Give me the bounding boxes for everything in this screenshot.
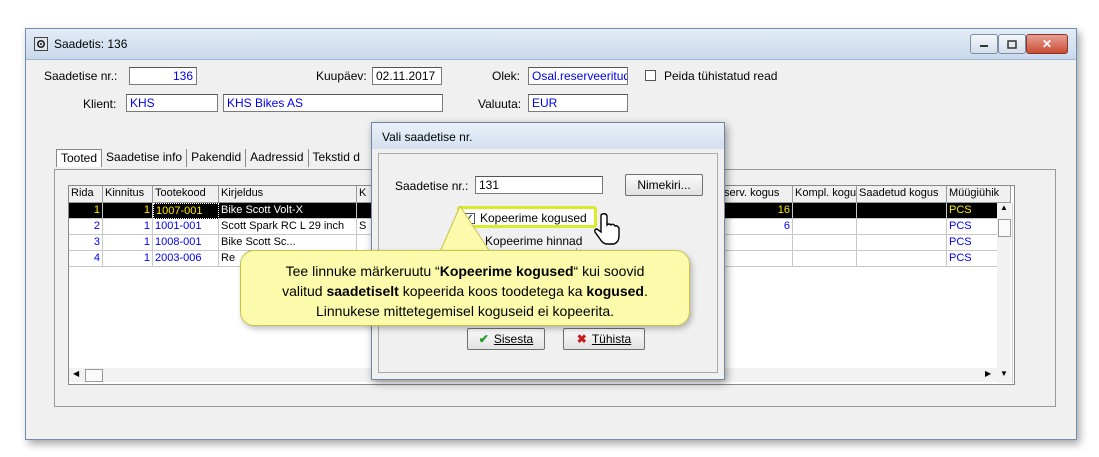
scroll-up-icon[interactable]: ▲ (1000, 203, 1008, 212)
cell-tootekood: 1008-001 (153, 235, 219, 251)
sisesta-button[interactable]: ✔ Sisesta (467, 328, 545, 350)
cell-rida: 3 (69, 235, 103, 251)
callout-text: kopeerida koos toodetega ka (398, 283, 587, 299)
callout-text: “ kui soovid (573, 263, 645, 279)
close-icon: ✕ (1041, 37, 1053, 51)
callout-line-1: Tee linnuke märkeruutu “Kopeerime koguse… (255, 261, 675, 281)
cell-kinnitus: 1 (103, 219, 153, 235)
callout-pointer (440, 206, 491, 253)
cell-reserv-kogus (721, 235, 793, 251)
vertical-scrollbar-track[interactable] (1012, 203, 1013, 383)
window-title: Saadetis: 136 (54, 37, 128, 51)
nimekiri-button[interactable]: Nimekiri... (625, 174, 703, 196)
cell-kompl-kogus (793, 251, 857, 267)
tab-saadetise-info[interactable]: Saadetise info (102, 149, 188, 167)
callout-text: valitud (282, 283, 327, 299)
cell-kirjeldus: Bike Scott Volt-X (219, 203, 357, 219)
cell-tootekood: 1007-001 (153, 203, 219, 219)
minimize-icon (980, 45, 988, 47)
horizontal-scroll-thumb[interactable] (85, 369, 103, 382)
tab-strip: Tooted Saadetise info Pakendid Aadressid… (56, 149, 364, 167)
dialog-title: Vali saadetise nr. (382, 130, 473, 144)
hide-cancelled-checkbox[interactable] (645, 70, 656, 81)
cell-kinnitus: 1 (103, 235, 153, 251)
scroll-left-icon[interactable]: ◀ (73, 369, 79, 378)
vertical-scroll-thumb[interactable] (998, 219, 1011, 237)
cell-kirjeldus: Bike Scott Sc... (219, 235, 357, 251)
tab-pakendid[interactable]: Pakendid (187, 149, 247, 167)
column-header-kompl-kogus[interactable]: Kompl. kogu (793, 186, 857, 203)
shipment-number-field[interactable]: 136 (129, 67, 197, 85)
cell-saadetud-kogus (857, 219, 947, 235)
tuhista-button[interactable]: ✖ Tühista (563, 328, 645, 350)
callout-line-3: Linnukese mittetegemisel koguseid ei kop… (315, 303, 615, 319)
cell-reserv-kogus: 6 (721, 219, 793, 235)
tab-aadressid[interactable]: Aadressid (246, 149, 309, 167)
callout-text: Tee linnuke märkeruutu “ (285, 263, 440, 279)
column-header-kirjeldus[interactable]: Kirjeldus (219, 186, 357, 203)
date-field[interactable]: 02.11.2017 (372, 67, 442, 85)
cell-kompl-kogus (793, 235, 857, 251)
date-label: Kuupäev: (316, 69, 367, 83)
cell-reserv-kogus (721, 251, 793, 267)
title-bar: Saadetis: 136 ✕ (26, 29, 1076, 60)
cell-saadetud-kogus (857, 235, 947, 251)
scroll-down-icon[interactable]: ▼ (1000, 369, 1008, 378)
hand-cursor-icon (594, 213, 620, 245)
cancel-x-icon: ✖ (576, 332, 587, 346)
dialog-shipment-number-label: Saadetise nr.: (395, 179, 469, 193)
callout-line-2: valitud saadetiselt kopeerida koos toode… (255, 281, 675, 301)
sisesta-label: Sisesta (493, 332, 534, 346)
cell-tootekood: 1001-001 (153, 219, 219, 235)
callout-bold: saadetiselt (326, 283, 399, 299)
column-header-rida[interactable]: Rida (69, 186, 103, 203)
shipment-number-label: Saadetise nr.: (44, 69, 118, 83)
cell-kompl-kogus (793, 203, 857, 219)
maximize-icon (1007, 39, 1017, 49)
cell-kirjeldus: Scott Spark RC L 29 inch (219, 219, 357, 235)
currency-field[interactable]: EUR (528, 94, 628, 112)
client-name-field: KHS Bikes AS (223, 94, 443, 112)
dialog-shipment-number-field[interactable]: 131 (475, 176, 603, 194)
tab-tooted[interactable]: Tooted (56, 149, 103, 167)
cell-reserv-kogus: 16 (721, 203, 793, 219)
column-header-reserv-kogus[interactable]: serv. kogus (721, 186, 793, 203)
tab-tekstid[interactable]: Tekstid d (309, 149, 364, 167)
maximize-button[interactable] (998, 34, 1026, 54)
client-code-field[interactable]: KHS (126, 94, 218, 112)
close-button[interactable]: ✕ (1026, 34, 1068, 54)
cell-kompl-kogus (793, 219, 857, 235)
column-header-saadetud-kogus[interactable]: Saadetud kogus (857, 186, 947, 203)
settings-gear-icon (34, 37, 48, 51)
dialog-title-bar: Vali saadetise nr. (372, 123, 724, 149)
client-label: Klient: (83, 97, 117, 111)
cell-rida: 1 (69, 203, 103, 219)
scroll-right-icon[interactable]: ▶ (985, 369, 991, 378)
currency-label: Valuuta: (478, 97, 522, 111)
cell-tootekood: 2003-006 (153, 251, 219, 267)
column-header-kinnitus[interactable]: Kinnitus (103, 186, 153, 203)
column-header-muugiuhik[interactable]: Müügiühik (947, 186, 1011, 203)
callout-text: . (644, 283, 648, 299)
status-field: Osal.reserveeritud (528, 67, 628, 85)
hide-cancelled-label: Peida tühistatud read (664, 69, 778, 83)
status-label: Olek: (492, 69, 521, 83)
column-header-tootekood[interactable]: Tootekood (153, 186, 219, 203)
callout-bold: kogused (586, 283, 644, 299)
callout-bold: Kopeerime kogused (439, 263, 574, 279)
cell-saadetud-kogus (857, 203, 947, 219)
cell-rida: 2 (69, 219, 103, 235)
cell-kinnitus: 1 (103, 203, 153, 219)
vertical-scrollbar[interactable]: ▲ ▼ (997, 203, 1011, 383)
minimize-button[interactable] (970, 34, 998, 54)
tuhista-label: Tühista (591, 332, 632, 346)
cell-kinnitus: 1 (103, 251, 153, 267)
instruction-callout: Tee linnuke märkeruutu “Kopeerime koguse… (240, 250, 690, 326)
cell-rida: 4 (69, 251, 103, 267)
checkmark-icon: ✔ (478, 332, 489, 346)
cell-saadetud-kogus (857, 251, 947, 267)
